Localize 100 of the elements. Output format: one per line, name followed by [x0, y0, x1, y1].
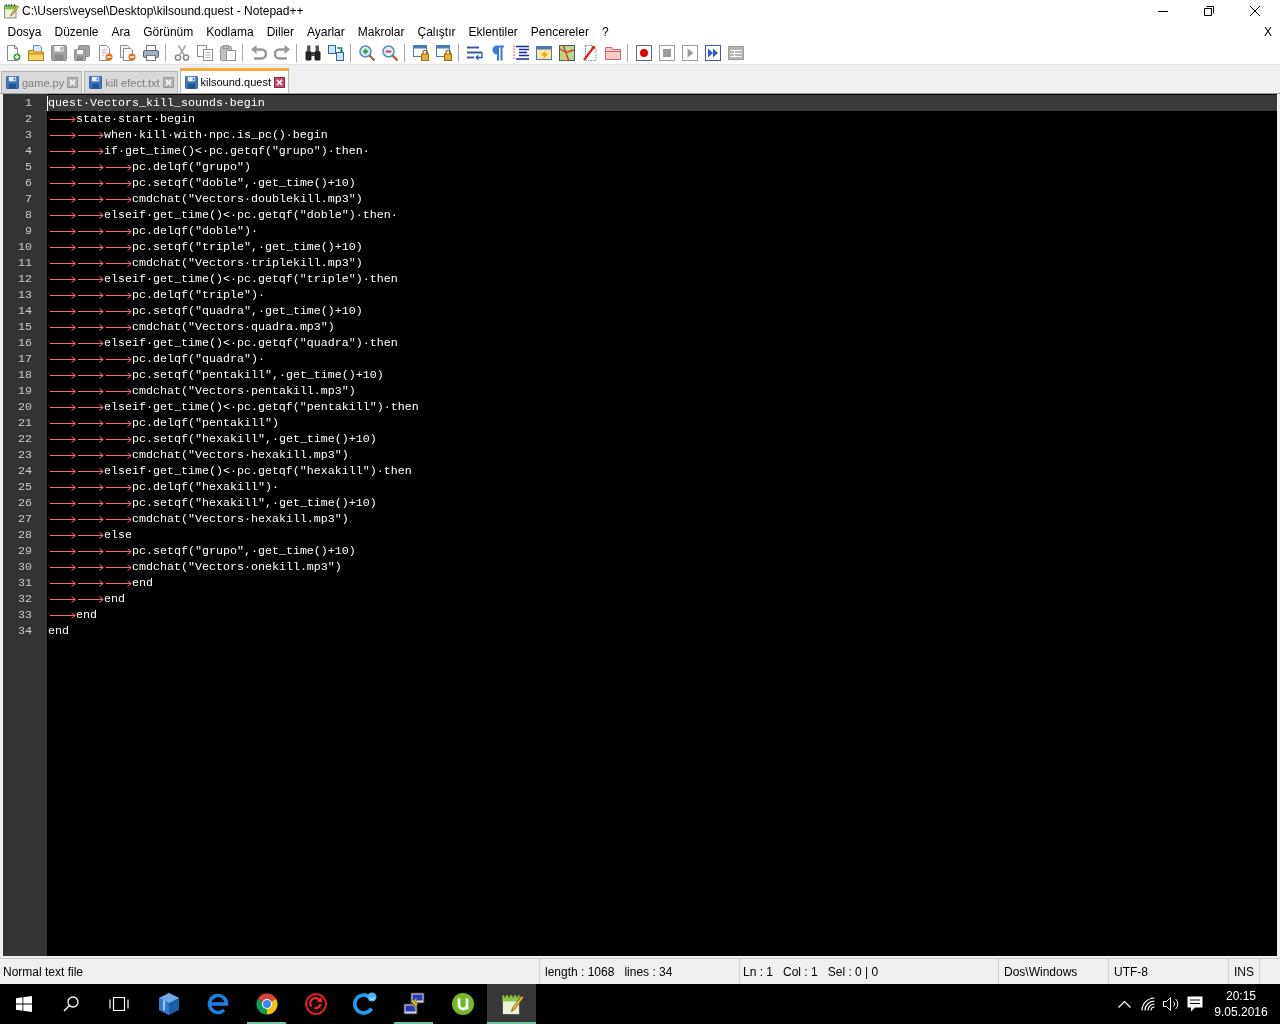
circle-arrows-icon[interactable]	[303, 992, 328, 1016]
tab-arrow-icon	[50, 579, 76, 587]
line-number: 8	[24, 207, 33, 223]
window-bolt-icon[interactable]	[535, 45, 552, 61]
message-icon[interactable]	[1187, 996, 1203, 1012]
binoculars-icon[interactable]	[304, 45, 321, 61]
pages-minus-icon[interactable]	[119, 45, 136, 61]
tab-arrow-icon	[50, 515, 76, 523]
code-text: pc.setqf("grupo",·get_time()+10)	[132, 543, 356, 559]
menu-item[interactable]: Düzenle	[48, 24, 106, 40]
code-text: end	[76, 607, 97, 623]
menu-item[interactable]: Çalıştır	[410, 24, 462, 40]
close-icon[interactable]	[1250, 6, 1260, 16]
wrap-lines-icon[interactable]	[466, 45, 483, 61]
line-number: 33	[17, 607, 33, 623]
tab-arrow-icon	[106, 307, 132, 315]
code-text: cmdchat("Vectors·onekill.mp3")	[132, 559, 342, 575]
line-number: 31	[17, 575, 33, 591]
line-number: 17	[17, 351, 33, 367]
menu-item[interactable]: Pencereler	[524, 24, 596, 40]
code-text: pc.delqf("pentakill")	[132, 415, 279, 431]
menu-item[interactable]: Diller	[260, 24, 301, 40]
tab-arrow-icon	[78, 419, 104, 427]
search-icon[interactable]	[63, 996, 79, 1012]
wifi-icon[interactable]	[1140, 997, 1156, 1011]
ring-bar-icon[interactable]	[205, 992, 230, 1016]
folder-page-icon[interactable]	[27, 45, 44, 61]
tab-arrow-icon	[106, 195, 132, 203]
tab-arrow-icon	[50, 595, 76, 603]
tab-arrow-icon	[78, 211, 104, 219]
task-view-icon[interactable]	[109, 997, 129, 1011]
menu-item[interactable]: ?	[595, 24, 616, 40]
tab-arrow-icon	[78, 355, 104, 363]
printer-icon[interactable]	[142, 45, 159, 61]
length-label: length : 1068	[545, 964, 615, 979]
start-icon[interactable]	[16, 996, 32, 1012]
tab-arrow-icon	[78, 275, 104, 283]
notepad-pencil-icon[interactable]	[499, 992, 524, 1016]
menu-item[interactable]: Ara	[105, 24, 137, 40]
tab-arrow-icon	[50, 403, 76, 411]
line-number: 13	[17, 287, 33, 303]
tab-arrow-icon	[78, 339, 104, 347]
tab-arrow-icon	[50, 563, 76, 571]
folder-icon[interactable]	[604, 45, 621, 61]
code-text: cmdchat("Vectors·doublekill.mp3")	[132, 191, 363, 207]
page-minus-icon[interactable]	[96, 45, 113, 61]
chevron-up-icon[interactable]	[1117, 1000, 1131, 1008]
window-lock-icon[interactable]	[412, 45, 429, 61]
tab-arrow-icon	[50, 355, 76, 363]
tab-arrow-icon	[50, 275, 76, 283]
indent-lines-icon[interactable]	[512, 45, 529, 61]
record-icon[interactable]	[635, 45, 652, 61]
tab-arrow-icon	[50, 227, 76, 235]
menu-item[interactable]: Ayarlar	[300, 24, 352, 40]
tab[interactable]: kilsound.quest	[179, 68, 289, 93]
code-text: pc.delqf("doble")·	[132, 223, 258, 239]
minimize-icon[interactable]	[1158, 10, 1168, 12]
fast-forward-icon[interactable]	[704, 45, 721, 61]
speaker-icon[interactable]	[1163, 997, 1179, 1011]
segmented-circle-icon[interactable]	[254, 992, 279, 1016]
map-icon[interactable]	[558, 45, 575, 61]
menu-item[interactable]: Makrolar	[351, 24, 411, 40]
insert-mode-label: INS	[1234, 964, 1254, 979]
document-pen-icon[interactable]	[581, 45, 598, 61]
code-text: end	[104, 591, 125, 607]
line-number: 2	[24, 111, 33, 127]
tab-arrow-icon	[50, 195, 76, 203]
disc-icon[interactable]	[450, 992, 475, 1016]
close-document-button[interactable]: X	[1264, 24, 1272, 40]
tab-arrow-icon	[50, 435, 76, 443]
tab-arrow-icon	[50, 147, 76, 155]
menu-item[interactable]: Kodlama	[199, 24, 261, 40]
code-text: elseif·get_time()<·pc.getqf("hexakill")·then	[104, 463, 412, 479]
new-file-icon[interactable]	[4, 45, 21, 61]
line-number: 23	[17, 447, 33, 463]
window-lock-icon[interactable]	[435, 45, 452, 61]
line-number: 19	[17, 383, 33, 399]
taskbar-button[interactable]	[487, 984, 536, 1024]
tab-arrow-icon	[50, 131, 76, 139]
magnifier-minus-icon[interactable]	[381, 45, 398, 61]
tab-arrow-icon	[78, 227, 104, 235]
menu-item[interactable]: Görünüm	[136, 24, 200, 40]
line-number: 3	[24, 127, 33, 143]
line-number: 30	[17, 559, 33, 575]
menu-item[interactable]: Eklentiler	[462, 24, 525, 40]
clock-date[interactable]: 9.05.2016	[1214, 1005, 1268, 1019]
ring-smiley-icon[interactable]	[352, 992, 377, 1016]
clock-time[interactable]: 20:15	[1226, 989, 1256, 1003]
menu-item[interactable]: Dosya	[1, 24, 48, 40]
computers-bolt-icon[interactable]	[401, 992, 426, 1016]
magnifier-plus-icon[interactable]	[358, 45, 375, 61]
restore-icon[interactable]	[1204, 6, 1214, 16]
tab-arrow-icon	[50, 483, 76, 491]
code-text: elseif·get_time()<·pc.getqf("doble")·then·	[104, 207, 398, 223]
cube-icon[interactable]	[156, 992, 181, 1016]
code-text: state·start·begin	[76, 111, 195, 127]
tab-arrow-icon	[50, 611, 76, 619]
close-icon[interactable]	[273, 76, 285, 88]
swap-icon[interactable]	[327, 45, 344, 61]
notepad-pencil-icon	[3, 3, 19, 19]
